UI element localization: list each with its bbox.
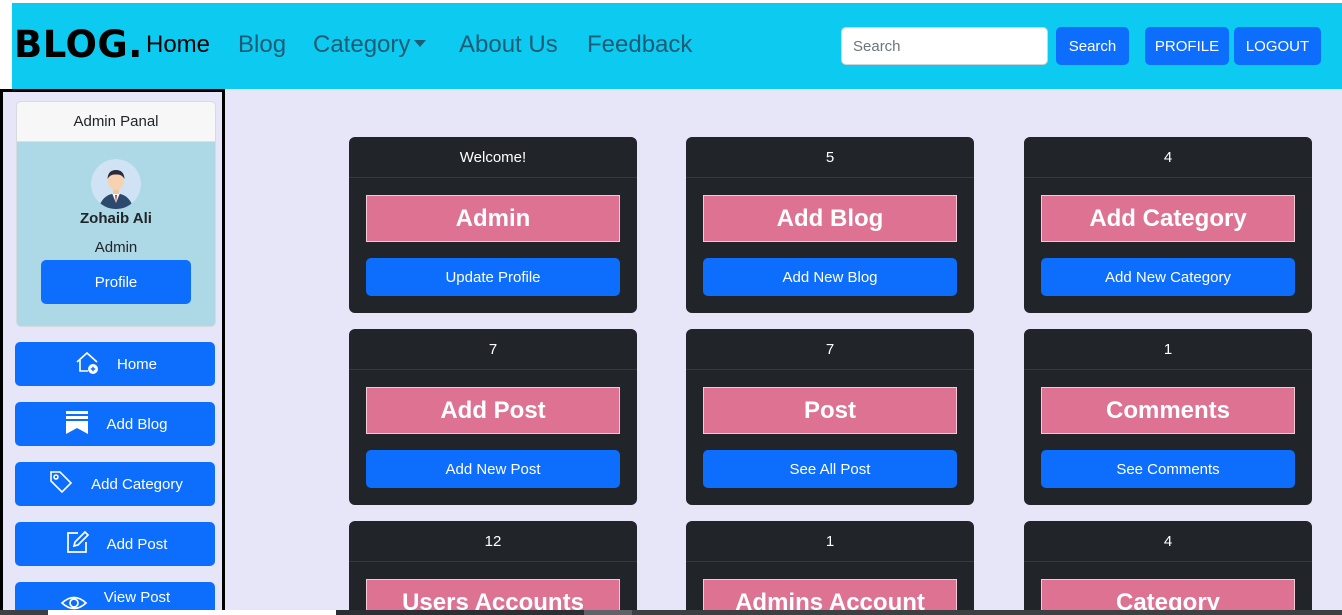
card-post: 7 Post See All Post (686, 329, 974, 505)
card-title: Admins Account (703, 579, 957, 610)
card-add-category: 4 Add Category Add New Category (1024, 137, 1312, 313)
nav-link-category[interactable]: Category (313, 31, 427, 59)
card-header: 12 (349, 521, 637, 562)
sidebar-item-label: View Post (103, 589, 171, 606)
card-title: Users Accounts (366, 579, 620, 610)
card-add-blog: 5 Add Blog Add New Blog (686, 137, 974, 313)
card-header: 4 (1024, 521, 1312, 562)
card-users-accounts: 12 Users Accounts (349, 521, 637, 610)
brand-logo[interactable]: BLOG. (14, 23, 143, 66)
avatar (91, 159, 141, 209)
nav-link-blog[interactable]: Blog (238, 31, 286, 59)
search-button[interactable]: Search (1056, 27, 1129, 65)
card-header: 1 (686, 521, 974, 562)
edit-icon (63, 528, 91, 560)
sidebar-item-label: Add Post (106, 535, 168, 553)
admin-panel-title: Admin Panal (17, 102, 215, 142)
card-header: 7 (349, 329, 637, 370)
top-navbar: BLOG. Home Blog Category About Us Feedba… (12, 3, 1342, 89)
bookmark-icon (63, 408, 91, 440)
add-new-post-button[interactable]: Add New Post (366, 450, 620, 488)
sidebar-item-label: Add Blog (106, 415, 168, 433)
card-title: Post (703, 387, 957, 434)
tag-icon (47, 468, 75, 500)
card-header: 1 (1024, 329, 1312, 370)
card-header: Welcome! (349, 137, 637, 178)
sidebar-item-label: Add Category (91, 475, 183, 493)
card-title: Category (1041, 579, 1295, 610)
admin-profile-card: Admin Panal Zohaib Ali Admin Profile (16, 101, 216, 327)
sidebar-item-add-category[interactable]: Add Category (15, 462, 215, 506)
home-add-icon (73, 348, 101, 380)
card-title: Add Blog (703, 195, 957, 242)
sidebar-profile-button[interactable]: Profile (41, 260, 191, 304)
user-name: Zohaib Ali (80, 210, 152, 227)
chevron-down-icon (414, 40, 427, 48)
sidebar-item-label: Home (116, 355, 157, 373)
profile-button[interactable]: PROFILE (1145, 27, 1229, 65)
sidebar-item-add-blog[interactable]: Add Blog (15, 402, 215, 446)
see-all-post-button[interactable]: See All Post (703, 450, 957, 488)
update-profile-button[interactable]: Update Profile (366, 258, 620, 296)
card-add-post: 7 Add Post Add New Post (349, 329, 637, 505)
see-comments-button[interactable]: See Comments (1041, 450, 1295, 488)
sidebar-item-home[interactable]: Home (15, 342, 215, 386)
nav-link-category-label: Category (313, 31, 411, 58)
card-header: 5 (686, 137, 974, 178)
card-header: 4 (1024, 137, 1312, 178)
logout-button[interactable]: LOGOUT (1234, 27, 1321, 65)
add-new-category-button[interactable]: Add New Category (1041, 258, 1295, 296)
nav-link-feedback[interactable]: Feedback (587, 31, 692, 59)
sidebar: Admin Panal Zohaib Ali Admin Profile Hom… (0, 89, 225, 615)
nav-link-about-us[interactable]: About Us (459, 31, 558, 59)
user-role: Admin (94, 239, 138, 256)
card-admins-account: 1 Admins Account (686, 521, 974, 610)
card-comments: 1 Comments See Comments (1024, 329, 1312, 505)
card-category: 4 Category (1024, 521, 1312, 610)
card-title: Add Post (366, 387, 620, 434)
search-input[interactable] (841, 27, 1048, 65)
card-title: Admin (366, 195, 620, 242)
nav-link-home[interactable]: Home (146, 31, 210, 59)
card-admin: Welcome! Admin Update Profile (349, 137, 637, 313)
add-new-blog-button[interactable]: Add New Blog (703, 258, 957, 296)
card-title: Add Category (1041, 195, 1295, 242)
taskbar-edge (0, 610, 1342, 615)
card-header: 7 (686, 329, 974, 370)
sidebar-item-add-post[interactable]: Add Post (15, 522, 215, 566)
card-title: Comments (1041, 387, 1295, 434)
